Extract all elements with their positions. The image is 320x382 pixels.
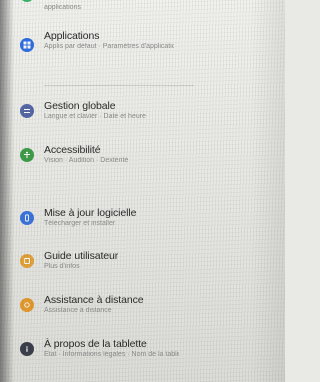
general-management-icon [20,104,34,118]
settings-item-subtitle: État · Informations légales · Nom de la … [44,351,179,358]
settings-screen: applications Applications Applis par déf… [0,0,285,382]
settings-item-title: Accessibilité [44,144,101,156]
accessibility-icon [20,148,34,162]
settings-item-subtitle: Assistance à distance [44,307,112,314]
settings-item-title: À propos de la tablette [44,338,147,350]
settings-item-subtitle: applications [44,4,81,11]
software-update-icon [20,211,34,225]
settings-item-assistance-distance[interactable]: Assistance à distance Assistance à dista… [0,292,285,342]
user-guide-icon [20,254,34,268]
settings-item-title: Assistance à distance [44,294,144,306]
info-icon [20,342,34,356]
apps-grid-icon [20,38,34,52]
settings-item-guide-utilisateur[interactable]: Guide utilisateur Plus d'infos [0,248,285,298]
settings-item-title: Guide utilisateur [44,250,119,262]
settings-item-subtitle: Plus d'infos [44,263,80,270]
settings-item-gestion-globale[interactable]: Gestion globale Langue et clavier · Date… [0,98,285,148]
green-settings-icon [20,0,34,2]
settings-item-subtitle: Applis par défaut · Paramètres d'applica… [44,43,174,50]
remote-support-icon [20,298,34,312]
section-divider [44,85,194,86]
settings-item-accessibilite[interactable]: Accessibilité Vision · Audition · Dextér… [0,142,285,192]
settings-item-subtitle: Langue et clavier · Date et heure [44,113,146,120]
settings-item-title: Gestion globale [44,100,116,112]
settings-item-a-propos[interactable]: À propos de la tablette État · Informati… [0,336,285,382]
settings-item-title: Mise à jour logicielle [44,207,137,219]
settings-item-subtitle: Télécharger et installer [44,220,116,227]
settings-item-applications[interactable]: Applications Applis par défaut · Paramèt… [0,28,285,78]
settings-item-title: Applications [44,30,100,42]
settings-item-subtitle: Vision · Audition · Dextérité [44,157,129,164]
